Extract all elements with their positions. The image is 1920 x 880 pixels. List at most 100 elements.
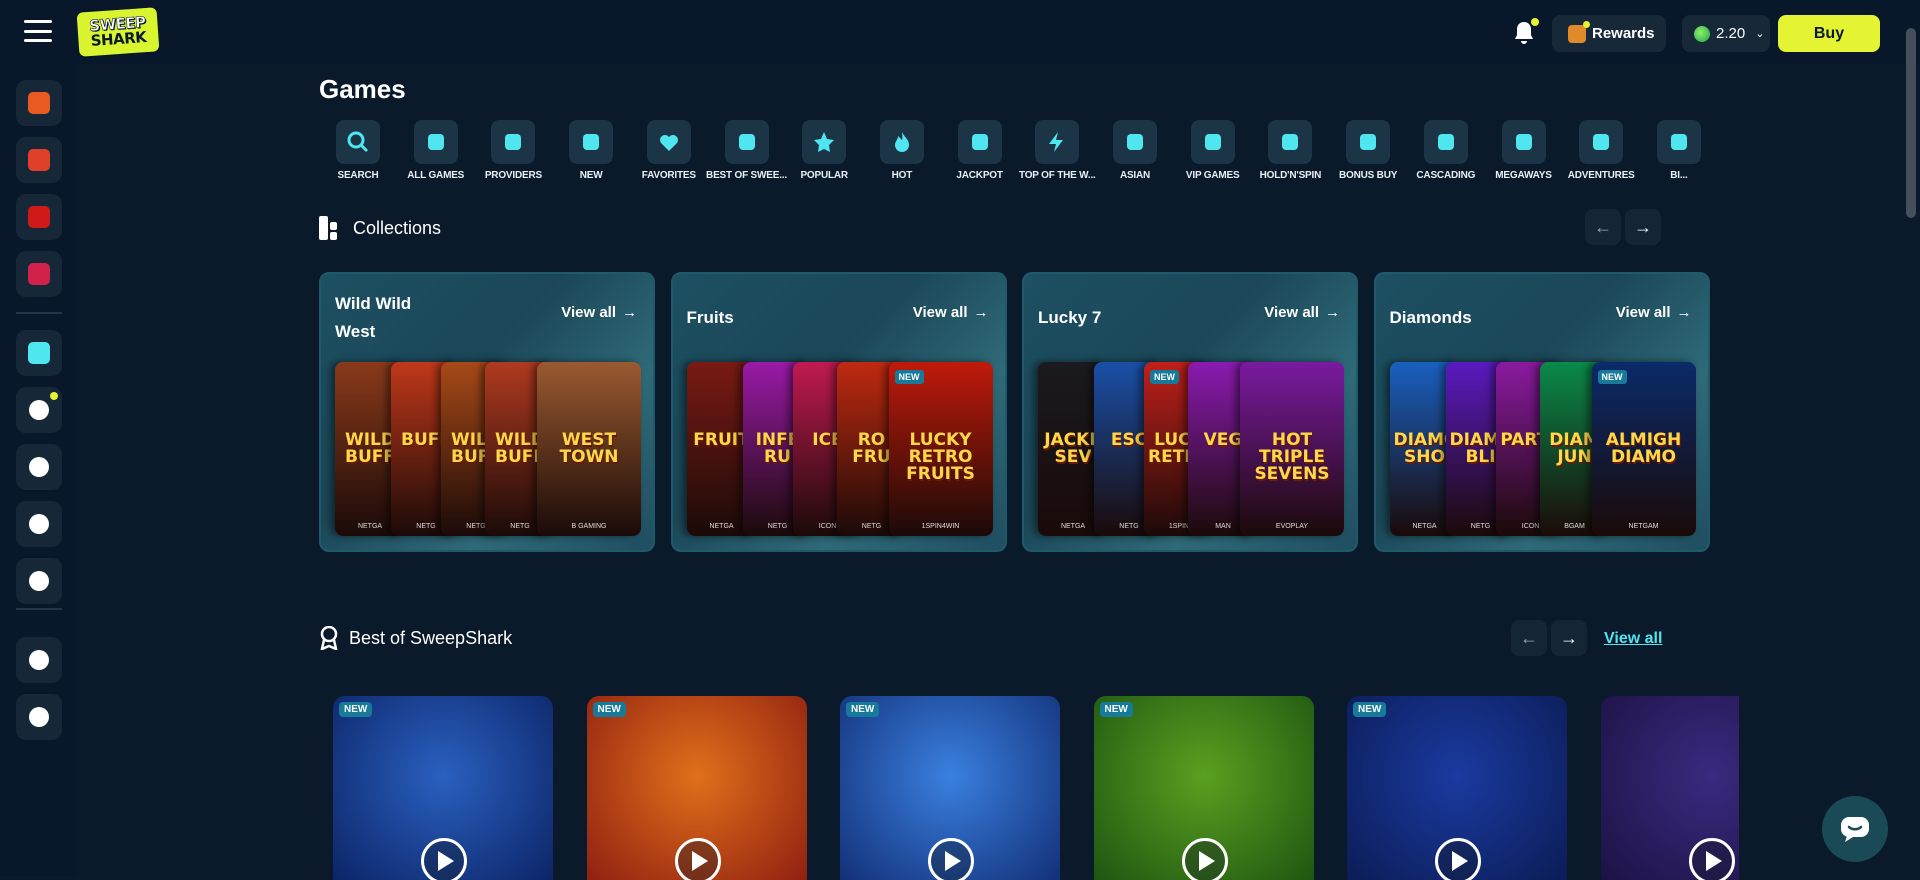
sidebar-coupon-button[interactable] [16,194,62,240]
flame-icon [879,120,924,164]
chat-bubble-icon [1841,817,1869,842]
category-compass[interactable]: ADVENTURES [1562,120,1640,181]
play-icon[interactable] [1181,838,1228,880]
provider-label: B GAMING [571,523,607,530]
collection-game-tile[interactable]: HOT TRIPLE SEVENS EVOPLAY [1240,362,1344,536]
game-art-title: LUCKY RETRO FRUITS [906,430,975,484]
sidebar-support-headset-button[interactable] [16,637,62,683]
category-heart[interactable]: FAVORITES [630,120,708,181]
collection-game-stack: FRUIT NETGA INFE RU NETG ICE ICON RO FRU NETG NE… [686,362,993,536]
category-new[interactable]: NEW [552,120,630,181]
best-of-title: Best of SweepShark [349,627,513,648]
category-vip[interactable]: VIP GAMES [1174,120,1252,181]
best-view-all-link[interactable]: View all [1604,630,1662,648]
collection-card[interactable]: Diamonds View all → DIAMO SHONETGADIAMON BL… [1373,272,1710,552]
play-icon[interactable] [928,838,974,880]
game-card-partial-game[interactable] [1600,696,1739,880]
category-label: FAVORITES [641,170,696,181]
play-icon[interactable] [674,838,721,880]
category-dice[interactable]: PROVIDERS [474,120,552,181]
award-icon [724,120,769,164]
collection-game-tile[interactable]: NEW ALMIGH DIAMO NETGAM [1591,362,1696,536]
sidebar-refer-friend-button[interactable] [16,444,62,490]
sidebar-daily-reward-button[interactable] [16,80,62,126]
rewards-button[interactable]: Rewards [1552,15,1666,52]
category-search[interactable]: SEARCH [319,120,397,181]
coupon-icon [28,206,50,228]
arrow-right-icon: → [1325,304,1340,321]
page-scrollbar[interactable] [1906,28,1916,218]
sidebar-chest-button[interactable] [16,137,62,183]
category-cherries[interactable]: ALL GAMES [397,120,475,181]
arrow-right-icon: → [1676,304,1692,321]
collection-card[interactable]: Fruits View all → FRUIT NETGA INFE RU NETG ICE I… [670,272,1007,552]
category-flame[interactable]: HOT [863,120,941,181]
category-slot-machine[interactable]: JACKPOT [941,120,1019,181]
collection-game-tile[interactable]: NEW LUCKY RETRO FRUITS 1SPIN4WIN [888,362,993,536]
provider-label: 1SPIN4WIN [921,523,960,530]
collection-view-all-link[interactable]: View all → [561,304,637,321]
category-more[interactable]: BI... [1640,120,1718,181]
game-card-jockey-game[interactable]: NEW [333,696,553,880]
view-all-label: View all [1615,304,1671,321]
game-card-buffalo-game[interactable]: NEW [1347,696,1567,880]
collections-next-arrow-icon[interactable]: → [1625,209,1661,245]
category-label: BEST OF SWEE... [706,170,787,181]
best-next-arrow-icon[interactable]: → [1551,620,1587,656]
category-coins[interactable]: HOLD'N'SPIN [1251,120,1329,181]
category-cascade[interactable]: CASCADING [1407,120,1485,181]
sidebar-help-button[interactable] [16,501,62,547]
new-badge: NEW [339,702,373,717]
sidebar-fp-badge-button[interactable] [16,251,62,297]
category-label: MEGAWAYS [1495,170,1552,181]
play-icon[interactable] [421,838,467,880]
collection-view-all-link[interactable]: View all → [1264,304,1340,321]
category-lightning[interactable]: TOP OF THE W... [1018,120,1096,181]
collection-card[interactable]: Lucky 7 View all → JACKP SEV NETGA ESC NETG NEW… [1022,272,1358,552]
chat-support-button[interactable] [1822,796,1888,862]
category-label: ASIAN [1119,170,1151,181]
collection-game-tile[interactable]: WEST TOWN B GAMING [537,362,641,536]
game-art-title: WEST TOWN [559,430,619,467]
sweepshark-logo[interactable]: SWEEP SHARK [76,7,160,57]
chest-icon [28,149,50,171]
category-label: BI... [1670,170,1688,181]
play-icon[interactable] [1435,838,1481,880]
arrow-right-icon: → [622,304,637,321]
logo-line-2: SHARK [90,28,147,50]
sidebar-logout-button[interactable] [16,694,62,740]
hamburger-menu-icon[interactable] [24,20,52,42]
collection-card[interactable]: Wild Wild West View all → WILD BUFF NETGA BUF… [319,272,655,552]
category-megaways[interactable]: MEGAWAYS [1485,120,1563,181]
gift-icon [1346,120,1391,164]
best-prev-arrow-icon[interactable]: ← [1511,620,1547,656]
game-card-lizard-game[interactable]: NEW [1093,696,1314,880]
collection-view-all-link[interactable]: View all → [1616,304,1692,321]
category-gift[interactable]: BONUS BUY [1329,120,1407,181]
notification-bell-icon[interactable] [1512,18,1539,46]
play-icon[interactable] [1688,838,1735,880]
category-lotus[interactable]: ASIAN [1096,120,1174,181]
collection-title: Lucky 7 [1038,308,1102,327]
category-star[interactable]: POPULAR [785,120,863,181]
game-card-diamond-game[interactable]: NEW [840,696,1060,880]
sidebar-promotions-megaphone-button[interactable] [16,387,62,433]
provider-label: NETGAM [1628,523,1659,530]
collection-view-all-link[interactable]: View all → [913,304,989,321]
collections-prev-arrow-icon[interactable]: ← [1585,209,1621,245]
sidebar-games-cherries-button[interactable] [16,330,62,376]
balance-dropdown[interactable]: 2.20 ⌄ [1682,15,1770,52]
balance-value: 2.20 [1716,25,1746,42]
slot-machine-icon [957,120,1002,164]
collection-title: Diamonds [1389,308,1472,327]
category-label: BONUS BUY [1338,170,1398,181]
category-award[interactable]: BEST OF SWEE... [706,120,787,181]
game-card-888-game[interactable]: NEW [586,696,807,880]
award-ribbon-icon [320,626,338,650]
sidebar-vip-crown-button[interactable] [16,558,62,604]
buy-button[interactable]: Buy [1778,15,1880,52]
new-badge: NEW [894,370,924,384]
daily-reward-icon [28,92,50,114]
lotus-icon [1113,120,1157,164]
new-badge: NEW [1150,370,1179,384]
